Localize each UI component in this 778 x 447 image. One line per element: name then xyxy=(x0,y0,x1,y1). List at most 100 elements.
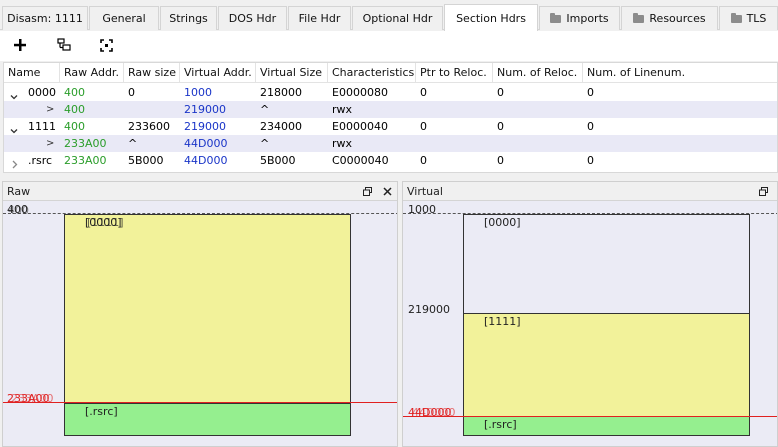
cell-num-linenum[interactable]: 0 xyxy=(583,84,594,101)
section-label-rsrc: [.rsrc] xyxy=(484,418,517,431)
restore-icon xyxy=(362,186,372,196)
tab-dos-hdr[interactable]: DOS Hdr xyxy=(218,6,287,30)
col-ptr-reloc[interactable]: Ptr to Reloc. xyxy=(416,63,493,83)
raw-top-addr-shadow: 400 xyxy=(8,204,29,217)
col-raw-addr[interactable]: Raw Addr. xyxy=(60,63,124,83)
tab-imports[interactable]: Imports xyxy=(539,6,620,30)
cell-name: 0000 xyxy=(28,86,56,99)
cell-ptr-reloc[interactable]: 0 xyxy=(416,152,427,169)
cell-virt-addr: 44D000 xyxy=(184,137,228,150)
section-label-1111: [1111] xyxy=(484,315,521,328)
raw-panel: Raw 400 400 [0000] [1111] [.rsrc] 233A00… xyxy=(2,181,398,447)
fit-view-button[interactable] xyxy=(94,34,118,56)
virtual-marker-line xyxy=(403,416,777,417)
cell-ptr-reloc[interactable]: 0 xyxy=(416,118,427,135)
col-num-reloc[interactable]: Num. of Reloc. xyxy=(493,63,583,83)
col-name[interactable]: Name xyxy=(4,63,60,83)
tab-label: Resources xyxy=(649,12,706,25)
restore-button[interactable] xyxy=(361,185,373,197)
tab-section-hdrs[interactable]: Section Hdrs xyxy=(444,4,538,31)
tab-label: DOS Hdr xyxy=(228,12,277,25)
cell-raw-addr: 233A00 xyxy=(64,137,107,150)
section-block-1111[interactable] xyxy=(463,313,750,417)
folder-icon xyxy=(633,12,645,23)
tab-label: Disasm: 1111 xyxy=(7,12,83,25)
tab-tls[interactable]: TLS xyxy=(719,6,778,30)
add-section-button[interactable] xyxy=(52,34,76,56)
cell-characteristics[interactable]: E0000040 xyxy=(328,118,388,135)
folder-icon xyxy=(730,12,742,23)
cell-virt-size[interactable]: 234000 xyxy=(256,118,302,135)
virtual-panel: Virtual 1000 [0000] 219000 [1111] [.rsrc… xyxy=(402,181,778,447)
col-num-linenum[interactable]: Num. of Linenum. xyxy=(583,63,777,83)
cell-raw-size[interactable]: 233600 xyxy=(124,118,170,135)
tab-optional-hdr[interactable]: Optional Hdr xyxy=(352,6,443,30)
restore-button[interactable] xyxy=(757,185,769,197)
section-block-1111[interactable] xyxy=(64,214,351,404)
cell-raw-size[interactable]: 5B000 xyxy=(124,152,164,169)
cell-raw-size[interactable]: 0 xyxy=(124,84,135,101)
close-icon xyxy=(382,186,392,196)
section-headers-table: Name Raw Addr. Raw size Virtual Addr. Vi… xyxy=(3,62,778,173)
cell-raw-size: ^ xyxy=(128,137,138,150)
tab-label: Optional Hdr xyxy=(362,12,433,25)
raw-bottom-addr-overlap: 233A00 xyxy=(11,392,54,405)
section-block-0000[interactable] xyxy=(463,214,750,314)
tab-file-hdr[interactable]: File Hdr xyxy=(288,6,351,30)
tab-label: File Hdr xyxy=(298,12,341,25)
cell-name: .rsrc xyxy=(28,154,53,167)
cell-virt-addr[interactable]: 1000 xyxy=(180,84,212,101)
tab-label: Imports xyxy=(566,12,609,25)
virtual-top-addr-label: 1000 xyxy=(408,203,436,216)
cell-virt-addr: 219000 xyxy=(184,103,226,116)
expand-right-icon[interactable] xyxy=(12,156,18,173)
table-row[interactable]: 1111 400 233600 219000 234000 E0000040 0… xyxy=(4,118,777,135)
cell-characteristics: rwx xyxy=(332,137,353,150)
section-label-1111: [1111] xyxy=(87,216,124,229)
raw-marker-line xyxy=(3,402,397,403)
tab-label: Section Hdrs xyxy=(456,11,526,25)
close-button[interactable] xyxy=(381,185,393,197)
cell-raw-addr[interactable]: 400 xyxy=(60,118,85,135)
col-characteristics[interactable]: Characteristics xyxy=(328,63,416,83)
cell-characteristics: rwx xyxy=(332,103,353,116)
table-row[interactable]: 0000 400 0 1000 218000 E0000080 0 0 0 xyxy=(4,84,777,101)
panel-title: Raw xyxy=(7,185,31,198)
toolbar xyxy=(0,31,778,61)
plus-icon xyxy=(14,39,26,51)
tab-general[interactable]: General xyxy=(89,6,159,30)
add-button[interactable] xyxy=(8,34,32,56)
cell-virt-addr[interactable]: 44D000 xyxy=(180,152,227,169)
section-label-0000: [0000] xyxy=(484,216,521,229)
table-row[interactable]: > 233A00 ^ 44D000 ^ rwx xyxy=(4,135,777,152)
table-row[interactable]: > 400 219000 ^ rwx xyxy=(4,101,777,118)
table-header: Name Raw Addr. Raw size Virtual Addr. Vi… xyxy=(4,63,777,83)
expand-right-icon[interactable]: > xyxy=(46,101,54,118)
cell-num-reloc[interactable]: 0 xyxy=(493,152,504,169)
cell-num-reloc[interactable]: 0 xyxy=(493,118,504,135)
tab-label: General xyxy=(102,12,146,25)
cell-virt-size[interactable]: 5B000 xyxy=(256,152,296,169)
cell-characteristics[interactable]: E0000080 xyxy=(328,84,388,101)
virtual-mid-addr-label: 219000 xyxy=(408,303,450,316)
col-raw-size[interactable]: Raw size xyxy=(124,63,180,83)
col-virtual-addr[interactable]: Virtual Addr. xyxy=(180,63,256,83)
cell-ptr-reloc[interactable]: 0 xyxy=(416,84,427,101)
table-row[interactable]: .rsrc 233A00 5B000 44D000 5B000 C0000040… xyxy=(4,152,777,169)
cell-raw-addr[interactable]: 400 xyxy=(60,84,85,101)
cell-raw-addr[interactable]: 233A00 xyxy=(60,152,107,169)
tab-disasm[interactable]: Disasm: 1111 xyxy=(2,6,88,30)
cell-num-linenum[interactable]: 0 xyxy=(583,152,594,169)
tab-strings[interactable]: Strings xyxy=(160,6,217,30)
cell-virt-size[interactable]: 218000 xyxy=(256,84,302,101)
expand-right-icon[interactable]: > xyxy=(46,135,54,152)
tab-resources[interactable]: Resources xyxy=(621,6,718,30)
tab-bar: Disasm: 1111 General Strings DOS Hdr Fil… xyxy=(0,0,778,31)
cell-num-reloc[interactable]: 0 xyxy=(493,84,504,101)
col-virtual-size[interactable]: Virtual Size xyxy=(256,63,328,83)
restore-icon xyxy=(758,186,768,196)
cell-num-linenum[interactable]: 0 xyxy=(583,118,594,135)
cell-characteristics[interactable]: C0000040 xyxy=(328,152,389,169)
cell-virt-addr[interactable]: 219000 xyxy=(180,118,226,135)
tab-label: TLS xyxy=(746,12,767,25)
